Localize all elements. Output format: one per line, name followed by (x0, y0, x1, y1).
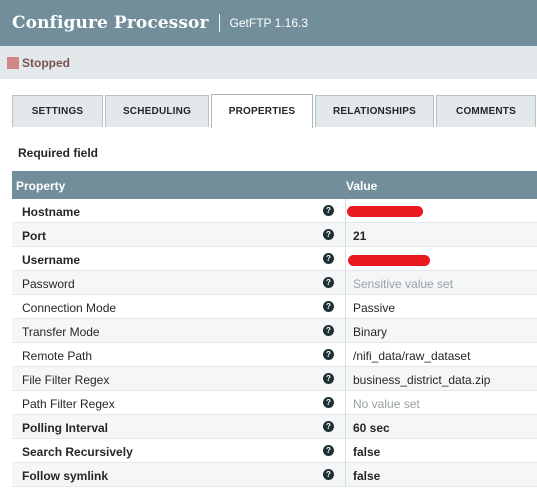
column-divider (345, 463, 346, 487)
property-value[interactable]: business_district_data.zip (353, 373, 490, 387)
property-name: Path Filter Regex (22, 397, 115, 411)
property-value[interactable]: false (353, 445, 380, 459)
property-value[interactable]: 21 (353, 229, 366, 243)
help-icon[interactable]: ? (323, 205, 334, 216)
processor-type: GetFTP 1.16.3 (229, 16, 309, 30)
column-divider (345, 391, 346, 415)
column-divider (345, 319, 346, 343)
tab-settings[interactable]: SETTINGS (12, 95, 103, 127)
column-divider (345, 247, 346, 271)
table-body: Hostname? Port? 21 Username? Password? Sensit… (12, 199, 537, 487)
column-divider (345, 295, 346, 319)
column-divider (345, 271, 346, 295)
help-icon[interactable]: ? (323, 469, 334, 480)
tab-comments[interactable]: COMMENTS (436, 95, 536, 127)
help-icon[interactable]: ? (323, 277, 334, 288)
help-icon[interactable]: ? (323, 445, 334, 456)
table-row[interactable]: Hostname? (12, 199, 537, 223)
dialog-header: Configure Processor GetFTP 1.16.3 (0, 0, 537, 46)
column-divider (345, 199, 346, 223)
table-row[interactable]: Search Recursively? false (12, 439, 537, 463)
table-row[interactable]: Follow symlink? false (12, 463, 537, 487)
redacted-value[interactable] (348, 255, 430, 266)
help-icon[interactable]: ? (323, 349, 334, 360)
table-row[interactable]: Password? Sensitive value set (12, 271, 537, 295)
column-divider (345, 439, 346, 463)
help-icon[interactable]: ? (323, 397, 334, 408)
property-name: Follow symlink (22, 469, 109, 483)
table-row[interactable]: Transfer Mode? Binary (12, 319, 537, 343)
help-icon[interactable]: ? (323, 253, 334, 264)
properties-table: Property Value Hostname? Port? 21 Username?… (12, 171, 537, 487)
property-value[interactable]: No value set (353, 397, 420, 411)
status-bar: Stopped (0, 46, 537, 79)
help-icon[interactable]: ? (323, 301, 334, 312)
property-name: Username (22, 253, 81, 267)
property-name: Search Recursively (22, 445, 133, 459)
tab-relationships[interactable]: RELATIONSHIPS (315, 95, 434, 127)
property-name: Port (22, 229, 46, 243)
property-value[interactable]: Binary (353, 325, 387, 339)
tab-properties[interactable]: PROPERTIES (211, 94, 313, 128)
status-label: Stopped (22, 55, 70, 70)
column-divider (345, 367, 346, 391)
redacted-value[interactable] (347, 206, 423, 217)
property-value[interactable]: Sensitive value set (353, 277, 453, 291)
table-row[interactable]: Port? 21 (12, 223, 537, 247)
property-value[interactable]: 60 sec (353, 421, 390, 435)
column-divider (345, 415, 346, 439)
column-header-property[interactable]: Property (16, 179, 65, 193)
table-header: Property Value (12, 171, 537, 199)
column-divider (345, 343, 346, 367)
help-icon[interactable]: ? (323, 229, 334, 240)
title-separator (218, 14, 220, 32)
dialog-title: Configure Processor (12, 13, 209, 33)
property-name: Polling Interval (22, 421, 109, 435)
stopped-status-icon (7, 56, 19, 69)
property-value[interactable]: Passive (353, 301, 395, 315)
table-row[interactable]: Path Filter Regex? No value set (12, 391, 537, 415)
tab-scheduling[interactable]: SCHEDULING (105, 95, 209, 127)
property-value[interactable]: /nifi_data/raw_dataset (353, 349, 470, 363)
property-name: Remote Path (22, 349, 93, 363)
property-name: Transfer Mode (22, 325, 100, 339)
property-name: Hostname (22, 205, 81, 219)
column-header-value[interactable]: Value (346, 179, 377, 193)
help-icon[interactable]: ? (323, 325, 334, 336)
required-field-label: Required field (18, 146, 99, 160)
table-row[interactable]: File Filter Regex? business_district_data… (12, 367, 537, 391)
column-divider (345, 223, 346, 247)
table-row[interactable]: Connection Mode? Passive (12, 295, 537, 319)
table-row[interactable]: Remote Path? /nifi_data/raw_dataset (12, 343, 537, 367)
property-name: Password (22, 277, 75, 291)
table-row[interactable]: Polling Interval? 60 sec (12, 415, 537, 439)
help-icon[interactable]: ? (323, 373, 334, 384)
property-name: File Filter Regex (22, 373, 110, 387)
property-value[interactable]: false (353, 469, 380, 483)
help-icon[interactable]: ? (323, 421, 334, 432)
table-row[interactable]: Username? (12, 247, 537, 271)
property-name: Connection Mode (22, 301, 117, 315)
tab-bar: SETTINGS SCHEDULING PROPERTIES RELATIONS… (12, 94, 537, 128)
